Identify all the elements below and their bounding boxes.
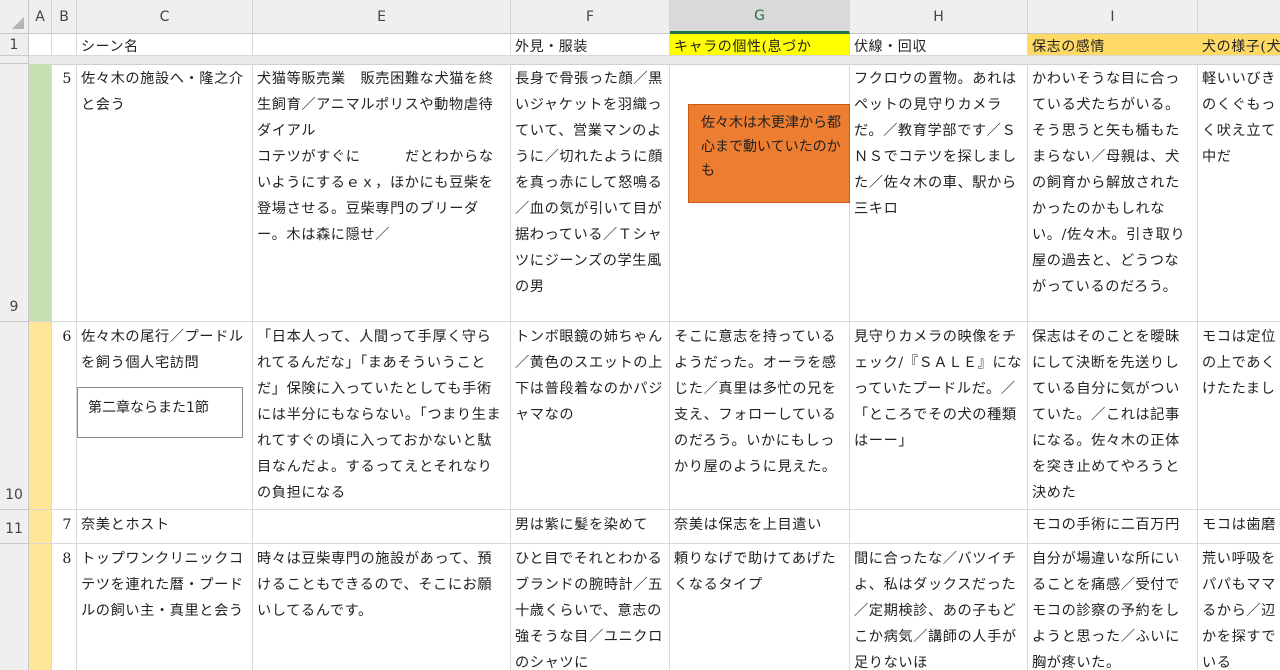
cell-f11[interactable]: 男は紫に髪を染めて (511, 510, 670, 544)
cell-i1[interactable]: 保志の感情 (1028, 34, 1198, 56)
cell-a11[interactable] (29, 510, 52, 544)
cell-e9[interactable]: 犬猫等販売業 販売困難な犬猫を終生飼育／アニマルポリスや動物虐待ダイアル コテツ… (253, 64, 511, 322)
col-header-h[interactable]: H (850, 0, 1028, 34)
col-header-a[interactable]: A (29, 0, 52, 34)
cell-f9[interactable]: 長身で骨張った顔／黒いジャケットを羽織っていて、営業マンのように／切れたように顔… (511, 64, 670, 322)
col-header-b[interactable]: B (52, 0, 77, 34)
cell-c12[interactable]: トップワンクリニックコテツを連れた暦・プードルの飼い主・真里と会う (77, 544, 253, 670)
cell-a12[interactable] (29, 544, 52, 670)
cell-c11[interactable]: 奈美とホスト (77, 510, 253, 544)
col-header-e[interactable]: E (253, 0, 511, 34)
row-header-11[interactable]: 11 (0, 510, 29, 544)
cell-g1[interactable]: キャラの個性(息づか (670, 34, 850, 56)
cell-j10[interactable]: モコは定位の上であくけたたまし (1198, 322, 1280, 510)
cell-h11[interactable] (850, 510, 1028, 544)
cell-c9[interactable]: 佐々木の施設へ・隆之介と会う (77, 64, 253, 322)
row-header-gap (0, 56, 29, 64)
cell-g11[interactable]: 奈美は保志を上目遣い (670, 510, 850, 544)
cell-f12[interactable]: ひと目でそれとわかるブランドの腕時計／五十歳くらいで、意志の強そうな目／ユニクロ… (511, 544, 670, 670)
cell-b1[interactable] (52, 34, 77, 56)
cell-b10[interactable]: 6 (52, 322, 77, 510)
row-header-9[interactable]: 9 (0, 64, 29, 322)
orange-text-box[interactable]: 佐々木は木更津から都心まで動いていたのかも (688, 104, 850, 203)
col-header-i[interactable]: I (1028, 0, 1198, 34)
cell-j1[interactable]: 犬の様子(犬 (1198, 34, 1280, 56)
cell-b12[interactable]: 8 (52, 544, 77, 670)
col-header-j[interactable] (1198, 0, 1280, 34)
cell-j12[interactable]: 荒い呼吸をパパもママるから／辺かを探すでいる (1198, 544, 1280, 670)
cell-h12[interactable]: 間に合ったな／バツイチよ、私はダックスだった／定期検診、あの子もどこか病気／講師… (850, 544, 1028, 670)
cell-a10[interactable] (29, 322, 52, 510)
cell-g12[interactable]: 頼りなげで助けてあげたくなるタイプ (670, 544, 850, 670)
cell-h1[interactable]: 伏線・回収 (850, 34, 1028, 56)
cell-h9[interactable]: フクロウの置物。あれはペットの見守りカメラだ。／教育学部です／ＳＮＳでコテツを探… (850, 64, 1028, 322)
col-header-f[interactable]: F (511, 0, 670, 34)
cell-f10[interactable]: トンボ眼鏡の姉ちゃん／黄色のスエットの上下は普段着なのかパジャマなの (511, 322, 670, 510)
select-all-corner[interactable] (0, 0, 29, 34)
cell-e10[interactable]: 「日本人って、人間って手厚く守られてるんだな」「まあそういうことだ」保険に入って… (253, 322, 511, 510)
cell-g10[interactable]: そこに意志を持っているようだった。オーラを感じた／真里は多忙の兄を支え、フォロー… (670, 322, 850, 510)
cell-j9[interactable]: 軽いいびきのくぐもっく吠え立て中だ (1198, 64, 1280, 322)
spreadsheet: A B C E F G H I 1 9 10 11 シーン名 外見・服装 キャラ… (0, 0, 1280, 670)
cell-c1[interactable]: シーン名 (77, 34, 253, 56)
col-header-c[interactable]: C (77, 0, 253, 34)
col-header-g[interactable]: G (670, 0, 850, 34)
cell-a1[interactable] (29, 34, 52, 56)
row-header-12[interactable] (0, 544, 29, 670)
cell-h10[interactable]: 見守りカメラの映像をチェック/『ＳＡＬＥ』になっていたプードルだ。／「ところでそ… (850, 322, 1028, 510)
cell-e12[interactable]: 時々は豆柴専門の施設があって、預けることもできるので、そこにお願いしてるんです。 (253, 544, 511, 670)
cell-b9[interactable]: 5 (52, 64, 77, 322)
cell-j11[interactable]: モコは歯磨 (1198, 510, 1280, 544)
row-header-1[interactable]: 1 (0, 34, 29, 56)
cell-a9[interactable] (29, 64, 52, 322)
white-text-box[interactable]: 第二章ならまた1節 (77, 387, 243, 438)
cell-e11[interactable] (253, 510, 511, 544)
row-header-10[interactable]: 10 (0, 322, 29, 510)
cell-i12[interactable]: 自分が場違いな所にいることを痛感／受付でモコの診察の予約をしようと思った／ふいに… (1028, 544, 1198, 670)
cell-i9[interactable]: かわいそうな目に合っている犬たちがいる。そう思うと矢も楯もたまらない／母親は、犬… (1028, 64, 1198, 322)
cell-f1[interactable]: 外見・服装 (511, 34, 670, 56)
cell-i10[interactable]: 保志はそのことを曖昧にして決断を先送りしている自分に気がついていた。／これは記事… (1028, 322, 1198, 510)
cell-i11[interactable]: モコの手術に二百万円 (1028, 510, 1198, 544)
cell-e1[interactable] (253, 34, 511, 56)
cell-b11[interactable]: 7 (52, 510, 77, 544)
